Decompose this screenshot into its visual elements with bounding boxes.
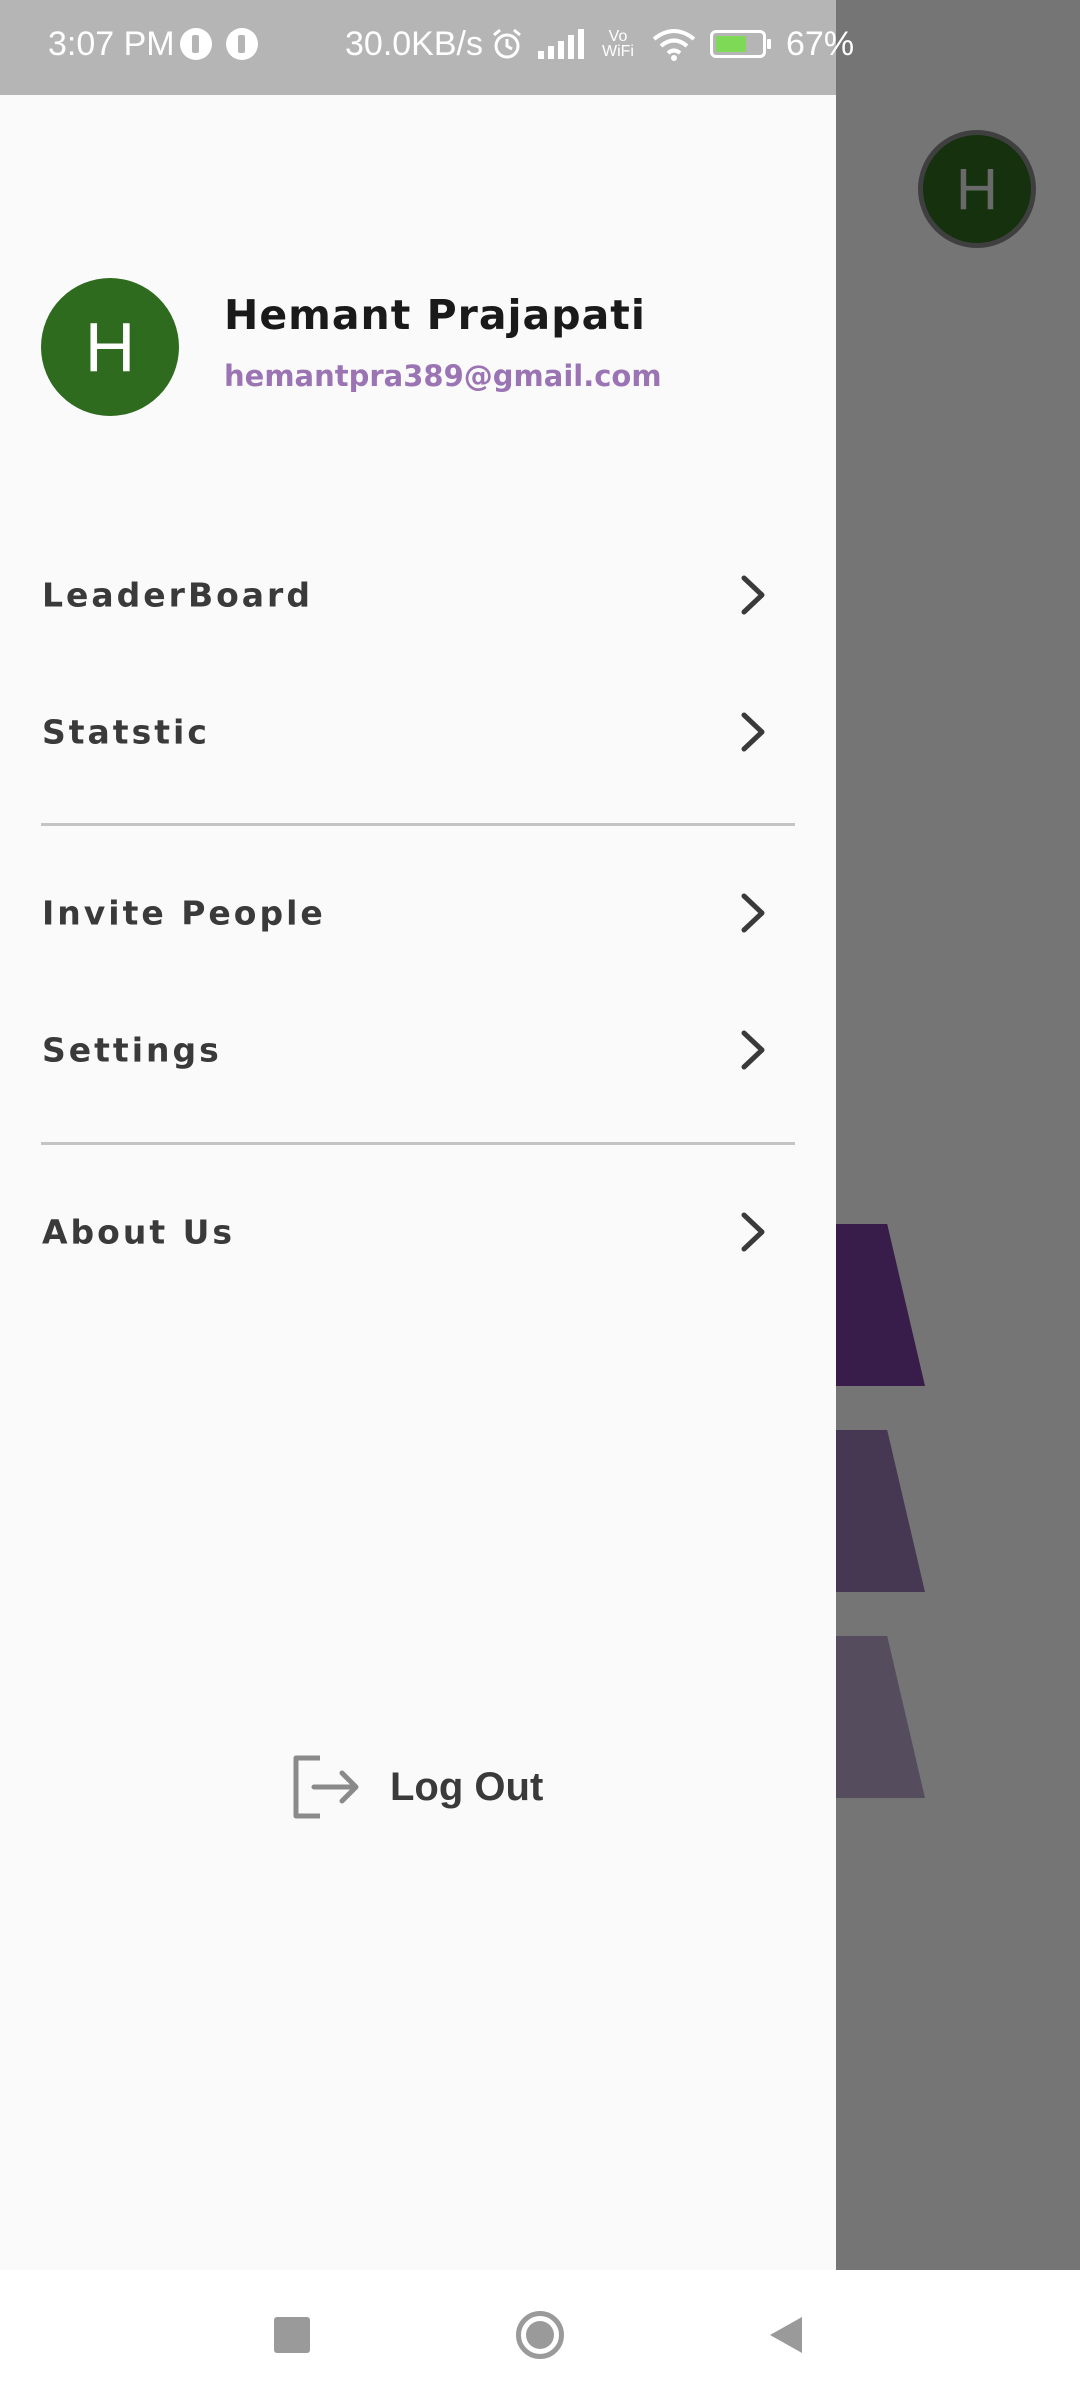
wifi-icon: [652, 29, 696, 61]
menu-item-label: Invite People: [42, 893, 326, 933]
menu-item-settings[interactable]: Settings: [0, 995, 836, 1105]
network-speed: 30.0KB/s: [345, 24, 483, 63]
menu-item-leaderboard[interactable]: LeaderBoard: [0, 540, 836, 650]
recents-button[interactable]: [274, 2317, 310, 2353]
menu-divider: [41, 1142, 795, 1145]
system-navigation-bar: [0, 2270, 1080, 2400]
chevron-right-icon: [741, 712, 765, 752]
back-triangle-icon: [770, 2317, 802, 2353]
profile-email: hemantpra389@gmail.com: [224, 359, 662, 393]
profile-avatar[interactable]: H: [41, 278, 179, 416]
status-bar: 3:07 PM 30.0KB/s Vo WiFi 67%: [0, 0, 1080, 95]
alarm-icon: [493, 28, 521, 59]
chevron-right-icon: [741, 1030, 765, 1070]
profile-name: Hemant Prajapati: [224, 291, 646, 339]
menu-divider: [41, 823, 795, 826]
menu-item-label: Settings: [42, 1030, 222, 1070]
battery-percent: 67%: [786, 24, 855, 63]
app-notification-icon: [180, 28, 212, 60]
battery-icon: [710, 30, 771, 58]
logout-button[interactable]: Log Out: [290, 1747, 543, 1827]
menu-item-about-us[interactable]: About Us: [0, 1177, 836, 1287]
menu-item-label: About Us: [42, 1212, 236, 1252]
menu-item-label: Statstic: [42, 712, 210, 752]
menu-item-statistic[interactable]: Statstic: [0, 677, 836, 787]
navigation-drawer: H Hemant Prajapati hemantpra389@gmail.co…: [0, 95, 836, 2270]
chevron-right-icon: [741, 893, 765, 933]
chevron-right-icon: [741, 575, 765, 615]
notification-icons: [180, 24, 258, 64]
home-button[interactable]: [516, 2311, 564, 2359]
back-button[interactable]: [768, 2315, 804, 2355]
logout-label: Log Out: [390, 1764, 544, 1809]
chevron-right-icon: [741, 1212, 765, 1252]
menu-item-label: LeaderBoard: [42, 575, 313, 615]
status-time: 3:07 PM: [48, 24, 175, 63]
menu-item-invite-people[interactable]: Invite People: [0, 858, 836, 968]
vowifi-icon: Vo WiFi: [602, 28, 634, 60]
system-icons: Vo WiFi 67%: [490, 24, 854, 64]
app-notification-icon: [226, 28, 258, 60]
logout-icon: [293, 1755, 359, 1819]
signal-icon: [538, 29, 584, 59]
